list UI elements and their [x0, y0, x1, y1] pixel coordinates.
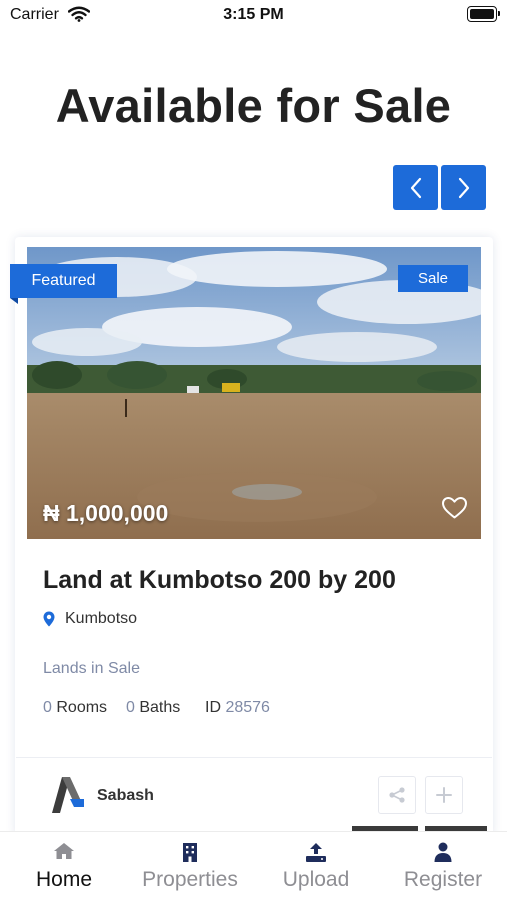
plus-icon — [436, 787, 452, 803]
baths-label: Baths — [139, 699, 181, 716]
heart-icon[interactable] — [441, 496, 468, 520]
property-category[interactable]: Lands in Sale — [43, 660, 140, 678]
status-bar: Carrier 3:15 PM — [0, 0, 507, 30]
tab-upload[interactable]: Upload — [253, 832, 379, 900]
user-icon — [434, 842, 452, 862]
tab-label: Home — [35, 868, 93, 891]
agent-name[interactable]: Sabash — [97, 787, 154, 805]
featured-badge: Featured — [10, 264, 117, 298]
location-pin-icon — [43, 611, 55, 627]
card-divider — [16, 757, 492, 758]
rooms-label: Rooms — [56, 699, 108, 716]
property-price: ₦ 1,000,000 — [43, 500, 169, 526]
property-id: ID 28576 — [205, 699, 270, 717]
baths-number: 0 — [126, 699, 135, 716]
carousel-prev-button[interactable] — [393, 165, 438, 210]
tab-label: Properties — [142, 868, 238, 891]
page-title: Available for Sale — [55, 79, 452, 132]
battery-icon — [467, 6, 500, 22]
building-icon — [183, 843, 197, 862]
chevron-left-icon — [410, 177, 421, 198]
add-compare-button[interactable] — [425, 776, 463, 814]
bottom-tab-bar: Home Properties Upload Register — [0, 831, 507, 900]
tab-label: Register — [403, 868, 483, 891]
property-location: Kumbotso — [65, 610, 138, 627]
tab-register[interactable]: Register — [380, 832, 506, 900]
property-id-value: 28576 — [225, 699, 270, 716]
baths-count: 0 Baths — [126, 699, 180, 717]
status-time: 3:15 PM — [223, 6, 284, 23]
tab-home[interactable]: Home — [1, 832, 127, 900]
agent-logo-icon[interactable] — [48, 773, 86, 815]
rooms-number: 0 — [43, 699, 52, 716]
upload-icon — [306, 843, 326, 862]
tab-label: Upload — [282, 868, 350, 891]
carousel-next-button[interactable] — [441, 165, 486, 210]
tab-properties[interactable]: Properties — [127, 832, 253, 900]
property-title[interactable]: Land at Kumbotso 200 by 200 — [43, 566, 396, 595]
share-button[interactable] — [378, 776, 416, 814]
chevron-right-icon — [458, 177, 469, 198]
featured-badge-fold — [10, 298, 18, 304]
home-icon — [54, 843, 74, 859]
rooms-count: 0 Rooms — [43, 699, 107, 717]
sale-badge: Sale — [398, 265, 468, 292]
share-icon — [389, 787, 405, 803]
property-id-label: ID — [205, 699, 221, 716]
